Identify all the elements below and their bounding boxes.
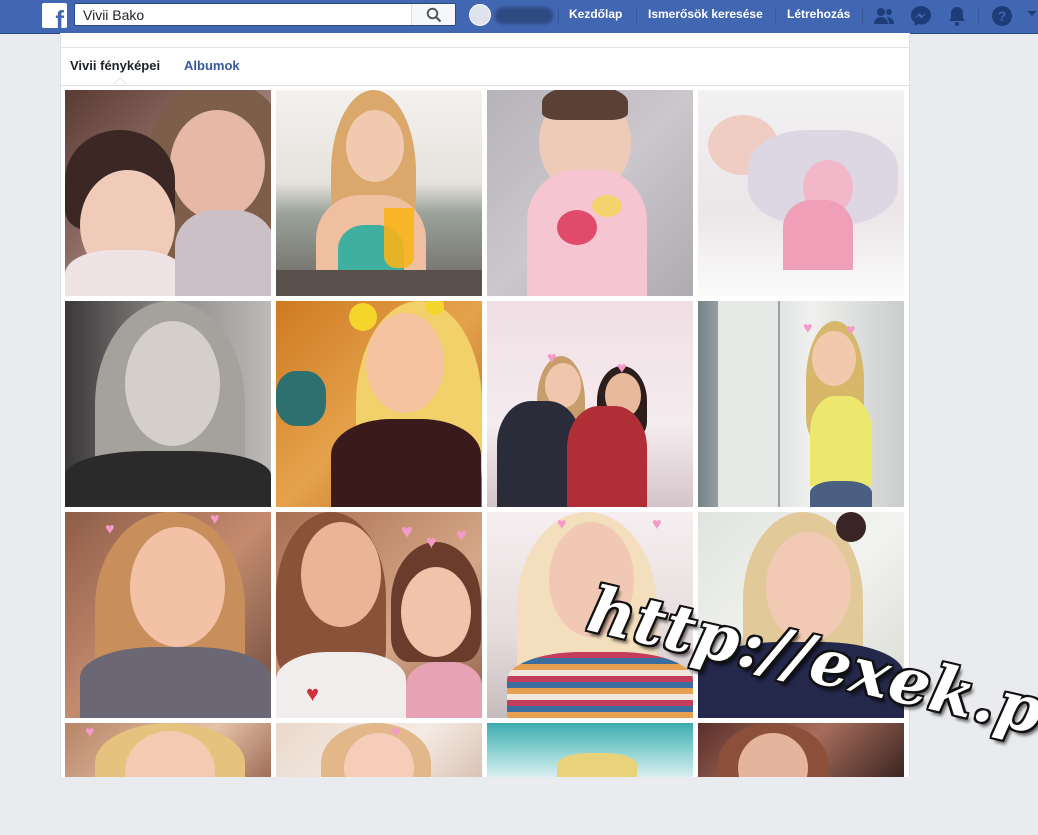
photo-tabs: Vivii fényképei Albumok (61, 48, 909, 86)
avatar (469, 4, 491, 26)
tab-albums[interactable]: Albumok (184, 58, 240, 73)
search-icon (426, 7, 442, 23)
messenger-icon[interactable] (909, 4, 933, 28)
profile-link[interactable] (469, 4, 555, 26)
top-navigation-bar: f Kezdőlap Ismerősök keresése Létrehozás (0, 0, 1038, 34)
photo-thumbnail[interactable] (276, 90, 482, 296)
photo-thumbnail[interactable] (276, 301, 482, 507)
svg-text:?: ? (998, 8, 1007, 24)
photo-thumbnail[interactable]: ♥ ♥ ♥ ♥ (276, 512, 482, 718)
photo-thumbnail[interactable] (65, 90, 271, 296)
notifications-icon[interactable] (945, 4, 969, 28)
nav-create-link[interactable]: Létrehozás (787, 0, 850, 33)
active-tab-indicator (113, 77, 127, 84)
divider (862, 8, 863, 24)
help-icon[interactable]: ? (990, 4, 1014, 28)
photo-thumbnail[interactable] (65, 301, 271, 507)
friend-requests-icon[interactable] (872, 4, 896, 28)
photo-thumbnail[interactable]: ♥ ♥ (698, 301, 904, 507)
divider (636, 8, 637, 24)
nav-home-link[interactable]: Kezdőlap (569, 0, 622, 33)
divider (558, 8, 559, 24)
divider (978, 8, 979, 24)
photo-thumbnail[interactable]: ♥ ♥ (487, 301, 693, 507)
tab-photos[interactable]: Vivii fényképei (70, 58, 160, 73)
photo-thumbnail[interactable] (698, 90, 904, 296)
search-button[interactable] (411, 4, 455, 25)
photo-thumbnail[interactable]: ♥ (65, 723, 271, 777)
card-header-partial (61, 33, 909, 48)
photo-thumbnail[interactable]: ♥ (276, 723, 482, 777)
search-input[interactable] (75, 4, 427, 25)
facebook-logo-icon[interactable]: f (42, 3, 67, 28)
photo-thumbnail[interactable]: ♥ ♥ (65, 512, 271, 718)
search-box (74, 3, 456, 26)
dropdown-caret-icon[interactable] (1026, 8, 1038, 32)
profile-name-redacted (495, 7, 553, 24)
divider (775, 8, 776, 24)
nav-find-friends-link[interactable]: Ismerősök keresése (648, 0, 763, 33)
photo-thumbnail[interactable] (487, 90, 693, 296)
